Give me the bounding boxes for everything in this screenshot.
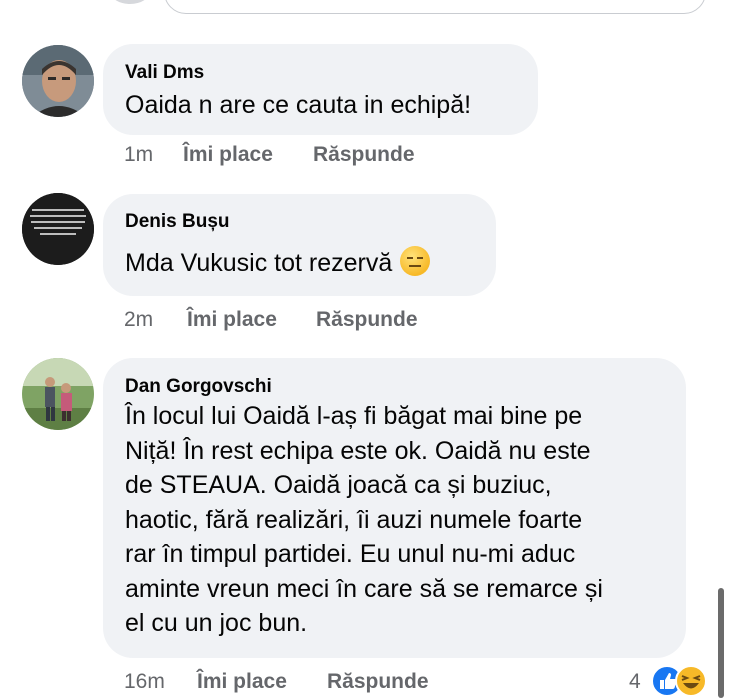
- like-button[interactable]: Îmi place: [183, 143, 273, 167]
- comment-author[interactable]: Vali Dms: [125, 62, 204, 84]
- comment-text: Mda Vukusic tot rezervă: [125, 249, 393, 277]
- haha-icon: [675, 665, 707, 697]
- comment-timestamp[interactable]: 2m: [124, 308, 153, 332]
- comment-text-line: Mda Vukusic tot rezervă: [125, 246, 431, 281]
- comment-text-line: Niță! În rest echipa este ok. Oaidă nu e…: [125, 436, 591, 465]
- reaction-count: 4: [629, 670, 641, 693]
- comment-bubble: Denis Bușu Mda Vukusic tot rezervă: [103, 194, 496, 296]
- comment-text-line: el cu un joc bun.: [125, 609, 308, 637]
- reply-button[interactable]: Răspunde: [313, 143, 415, 167]
- black-tshirt-text-avatar: [22, 193, 94, 265]
- avatar-vali-dms[interactable]: [22, 45, 94, 117]
- like-button[interactable]: Îmi place: [197, 670, 287, 694]
- comment-input-field[interactable]: [164, 0, 706, 14]
- like-button[interactable]: Îmi place: [187, 308, 277, 332]
- reply-button[interactable]: Răspunde: [316, 308, 418, 332]
- comment-text-line: de STEAUA. Oaidă joacă ca și buziuc,: [125, 471, 552, 499]
- current-user-avatar: [110, 0, 150, 4]
- avatar-dan-gorgovschi[interactable]: [22, 358, 94, 430]
- comment-author[interactable]: Denis Bușu: [125, 211, 230, 233]
- avatar-denis-busu[interactable]: [22, 193, 94, 265]
- scrollbar[interactable]: [718, 588, 724, 698]
- reply-button[interactable]: Răspunde: [327, 670, 429, 694]
- comment-text-line: haotic, fără realizări, îi auzi numele f…: [125, 505, 583, 534]
- comment-author[interactable]: Dan Gorgovschi: [125, 376, 272, 398]
- comment-text-line: În locul lui Oaidă l-aș fi băgat mai bin…: [125, 402, 583, 430]
- comment-timestamp[interactable]: 1m: [124, 143, 153, 167]
- couple-garden-avatar: [22, 358, 94, 430]
- comment-text-line: rar în timpul partidei. Eu unul nu-mi ad…: [125, 540, 576, 568]
- comment-text: Oaida n are ce cauta in echipă!: [125, 91, 472, 119]
- comment-bubble: Vali Dms Oaida n are ce cauta in echipă!: [103, 44, 538, 135]
- expressionless-face-emoji: [400, 246, 431, 276]
- comment-bubble: Dan Gorgovschi În locul lui Oaidă l-aș f…: [103, 358, 686, 658]
- comment-text-line: aminte vreun meci în care să se remarce …: [125, 574, 603, 603]
- man-portrait-avatar: [22, 45, 94, 117]
- comment-timestamp[interactable]: 16m: [124, 670, 165, 694]
